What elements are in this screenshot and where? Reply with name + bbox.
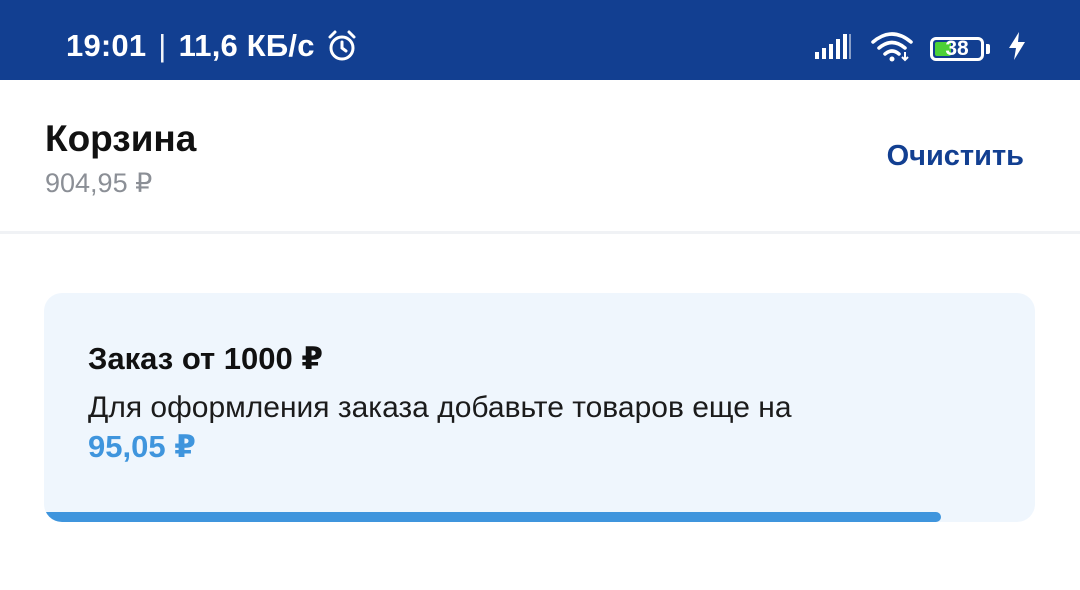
status-bar: 19:01 | 11,6 КБ/с 38 xyxy=(0,0,1080,80)
status-right: 38 xyxy=(814,30,1028,67)
network-speed: 11,6 КБ/с xyxy=(178,28,315,63)
clear-cart-button[interactable]: Очистить xyxy=(887,140,1024,173)
cart-header: Корзина 904,95 ₽ Очистить xyxy=(0,80,1080,234)
cell-signal-icon xyxy=(814,32,854,65)
minimum-order-notice: Заказ от 1000 ₽ Для оформления заказа до… xyxy=(44,293,1035,522)
status-separator: | xyxy=(158,28,167,63)
order-progress-fill xyxy=(44,512,941,522)
charging-bolt-icon xyxy=(1006,31,1028,66)
battery-level-text: 38 xyxy=(945,36,969,60)
battery-body: 38 xyxy=(930,36,984,61)
status-time: 19:01 xyxy=(66,28,147,63)
battery-cap xyxy=(986,43,990,54)
notice-title: Заказ от 1000 ₽ xyxy=(88,341,323,376)
notice-text: Для оформления заказа добавьте товаров е… xyxy=(88,391,792,424)
status-left: 19:01 | 11,6 КБ/с xyxy=(66,28,359,64)
page-title: Корзина xyxy=(45,118,197,159)
cart-total: 904,95 ₽ xyxy=(45,168,153,198)
wifi-icon xyxy=(870,30,914,67)
alarm-clock-icon xyxy=(325,29,359,63)
remaining-amount: 95,05 ₽ xyxy=(88,429,196,464)
battery-icon: 38 xyxy=(930,35,990,63)
battery-level: 38 xyxy=(933,36,981,60)
order-progress-track xyxy=(44,512,1035,522)
